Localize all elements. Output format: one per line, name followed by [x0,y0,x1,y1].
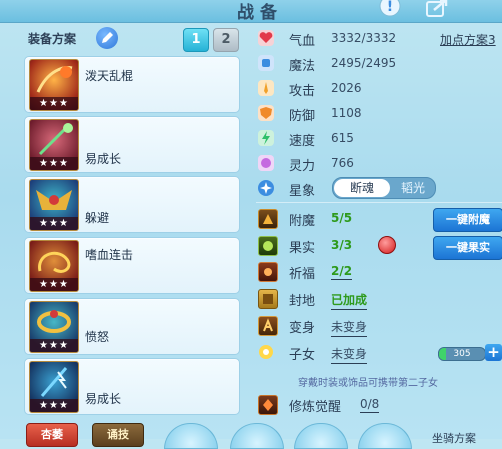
enhance-value-blessing[interactable]: 2/2 [331,264,353,280]
stat-label-defense: 防御 [289,109,316,124]
equipment-name: 躲避 [85,211,110,225]
enhance-label-cultivation: 修炼觉醒 [289,400,342,415]
fruit-icon [258,236,278,256]
child-icon [257,343,275,361]
window-title: 战备 [237,3,283,23]
star-sign-label: 星象 [289,184,316,199]
stat-label-attack: 攻击 [289,84,316,99]
svg-text:!: ! [387,0,393,15]
slot-bubble[interactable] [358,423,412,449]
slot-bubble[interactable] [164,423,218,449]
stat-value-spirit: 766 [331,156,354,170]
star-rating: ★★★ [30,217,78,230]
child-progress-bar: 305 [438,347,486,361]
equipment-card[interactable]: ★★★ 愤怒 [24,298,240,355]
cultivation-icon [258,395,278,415]
sword-icon [257,79,275,97]
green-staff-icon: ★★★ [29,119,79,171]
enhance-value-enchant: 5/5 [331,211,353,225]
equipment-card[interactable]: ★★★ 嗜血连击 [24,237,240,294]
star-sign-option-2[interactable]: 韬光 [393,179,433,197]
equipment-name: 嗜血连击 [85,248,134,262]
stat-label-spirit: 灵力 [289,159,316,174]
mana-icon [257,54,275,72]
equipment-card[interactable]: ★★★ 躲避 [24,176,240,233]
fire-tail-icon: ★★★ [29,240,79,292]
lightning-icon [257,129,275,147]
spirit-icon [257,154,275,172]
slot-bubble[interactable] [230,423,284,449]
add-button[interactable]: + [485,344,502,361]
enhance-value-cultivation[interactable]: 0/8 [360,397,380,413]
star-rating: ★★★ [30,399,78,412]
staff-swirl-icon: ★★★ [29,59,79,111]
star-rating: ★★★ [30,97,78,110]
star-rating: ★★★ [30,339,78,352]
child-progress-value: 305 [453,349,471,359]
stat-value-defense: 1108 [331,106,362,120]
equipment-name: 易成长 [85,392,122,406]
enhance-value-child[interactable]: 未变身 [331,345,368,364]
heart-icon [257,29,275,47]
equipment-scheme-label: 装备方案 [28,32,77,46]
star-sign-toggle[interactable]: 断魂 韬光 [332,177,436,199]
equipment-card[interactable]: ★★★ 泼天乱棍 [24,56,240,113]
ring-icon: ★★★ [29,301,79,353]
enhance-label-enchant: 附魔 [289,214,316,229]
bottom-tab-2[interactable]: 诵技 [92,423,144,447]
winged-mask-icon: ★★★ [29,179,79,231]
share-icon[interactable] [424,0,450,20]
equipment-card[interactable]: ★★★ 易成长 [24,116,240,173]
shield-icon [257,104,275,122]
stat-label-mp: 魔法 [289,59,316,74]
enhance-label-fruit: 果实 [289,241,316,256]
stat-value-attack: 2026 [331,81,362,95]
slot-bubble[interactable] [294,423,348,449]
edit-pencil-icon[interactable] [96,27,118,49]
enhance-label-child: 子女 [289,348,316,363]
stat-value-hp: 3332/3332 [331,31,397,45]
equipment-name: 愤怒 [85,330,110,344]
divider [256,202,502,203]
star-rating: ★★★ [30,157,78,170]
lightning-staff-icon: ★★★ [29,361,79,413]
follow-plan-label[interactable]: 坐骑方案 [432,430,476,446]
scheme-page-1-button[interactable]: 1 [183,28,209,52]
enhance-value-transform[interactable]: 未变身 [331,318,368,337]
transform-icon [258,316,278,336]
enhance-value-fief[interactable]: 已加成 [331,291,368,310]
enhance-label-blessing: 祈福 [289,267,316,282]
stat-value-mp: 2495/2495 [331,56,397,70]
equipment-name: 泼天乱棍 [85,69,134,83]
one-click-enchant-button[interactable]: 一键附魔 [433,208,502,232]
enhance-label-fief: 封地 [289,294,316,309]
fruit-status-icon[interactable] [378,236,396,254]
scheme-page-2-button[interactable]: 2 [213,28,239,52]
fief-icon [258,289,278,309]
star-sign-icon [257,179,275,197]
enchant-icon [258,209,278,229]
star-sign-option-1[interactable]: 断魂 [334,179,390,197]
bottom-tab-1[interactable]: 杏萎 [26,423,78,447]
stat-value-speed: 615 [331,131,354,145]
stat-label-speed: 速度 [289,134,316,149]
equipment-name: 易成长 [85,152,122,166]
star-rating: ★★★ [30,278,78,291]
blessing-icon [258,262,278,282]
enhance-value-fruit: 3/3 [331,238,353,252]
stat-label-hp: 气血 [289,34,316,49]
attribute-plan-link[interactable]: 加点方案3 [440,31,496,48]
child-hint-text: 穿戴时装或饰品可携带第二子女 [298,378,438,389]
enhance-label-transform: 变身 [289,321,316,336]
one-click-fruit-button[interactable]: 一键果实 [433,236,502,260]
help-icon[interactable]: ! [377,0,403,20]
equipment-card[interactable]: ★★★ 易成长 [24,358,240,415]
